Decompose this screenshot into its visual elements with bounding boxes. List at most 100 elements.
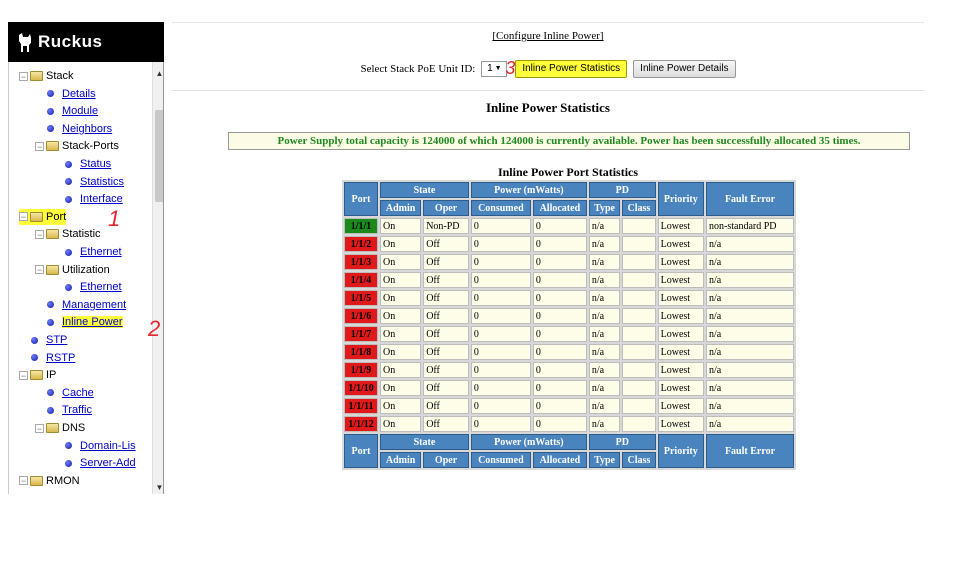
- bullet-icon: [47, 301, 54, 309]
- consumed-cell: 0: [470, 398, 531, 414]
- footer-state: State: [380, 434, 469, 450]
- scroll-down-arrow-icon[interactable]: ▼: [153, 482, 163, 494]
- inline-power-details-button[interactable]: Inline Power Details: [633, 59, 736, 78]
- collapse-toggle-icon[interactable]: −: [19, 476, 28, 486]
- nav-item-statistics[interactable]: Statistics: [65, 174, 124, 190]
- port-cell[interactable]: 1/1/2: [344, 236, 378, 252]
- unit-id-select[interactable]: 1 ▼: [481, 60, 508, 77]
- nav-item-rstp[interactable]: RSTP: [31, 350, 75, 366]
- consumed-cell: 0: [470, 344, 531, 360]
- nav-item-ethernet-2[interactable]: Ethernet: [65, 279, 122, 295]
- scroll-up-arrow-icon[interactable]: ▲: [153, 68, 163, 80]
- table-row: 1/1/9 On Off 0 0 n/a Lowest n/a: [344, 362, 794, 378]
- nav-item-statistic[interactable]: − Statistic: [35, 226, 101, 242]
- collapse-toggle-icon[interactable]: −: [35, 229, 44, 239]
- nav-item-ip[interactable]: − IP: [19, 367, 56, 383]
- collapse-toggle-icon[interactable]: −: [19, 71, 28, 81]
- scroll-thumb[interactable]: [155, 110, 163, 202]
- consumed-cell: 0: [470, 290, 531, 306]
- type-cell: n/a: [588, 416, 621, 432]
- nav-item-label[interactable]: Server-Add: [80, 457, 136, 469]
- folder-icon: [46, 264, 59, 275]
- nav-item-label[interactable]: Module: [62, 105, 98, 117]
- nav-item-label[interactable]: Inline Power: [62, 316, 123, 329]
- allocated-cell: 0: [532, 398, 587, 414]
- port-cell[interactable]: 1/1/3: [344, 254, 378, 270]
- nav-item-label[interactable]: Ethernet: [80, 281, 122, 293]
- nav-item-label[interactable]: Interface: [80, 193, 123, 205]
- fault-cell: n/a: [706, 272, 794, 288]
- fault-cell: n/a: [706, 308, 794, 324]
- collapse-toggle-icon[interactable]: −: [19, 212, 28, 222]
- collapse-toggle-icon[interactable]: −: [35, 141, 44, 151]
- port-cell[interactable]: 1/1/8: [344, 344, 378, 360]
- inline-power-statistics-button[interactable]: Inline Power Statistics: [515, 59, 628, 78]
- folder-icon: [46, 229, 59, 240]
- nav-item-domain-list[interactable]: Domain-Lis: [65, 438, 136, 454]
- nav-item-ethernet-1[interactable]: Ethernet: [65, 244, 122, 260]
- nav-item-management[interactable]: Management: [47, 297, 126, 313]
- nav-item-label[interactable]: Status: [80, 158, 111, 170]
- priority-cell: Lowest: [657, 236, 704, 252]
- collapse-toggle-icon[interactable]: −: [35, 423, 44, 433]
- nav-item-label[interactable]: Details: [62, 88, 96, 100]
- priority-cell: Lowest: [657, 380, 704, 396]
- footer-oper: Oper: [423, 452, 469, 468]
- nav-item-utilization[interactable]: − Utilization: [35, 262, 110, 278]
- footer-pd: PD: [588, 434, 656, 450]
- bullet-icon: [47, 389, 54, 397]
- nav-item-label[interactable]: Traffic: [62, 404, 92, 416]
- nav-item-traffic[interactable]: Traffic: [47, 402, 92, 418]
- table-row: 1/1/7 On Off 0 0 n/a Lowest n/a: [344, 326, 794, 342]
- nav-item-label[interactable]: Domain-Lis: [80, 440, 136, 452]
- collapse-toggle-icon[interactable]: −: [35, 265, 44, 275]
- navigation-frame: − Stack Details Module Neighbors − Stack-Ports…: [8, 62, 164, 494]
- configure-inline-power-link[interactable]: [Configure Inline Power]: [492, 30, 603, 42]
- admin-cell: On: [380, 272, 422, 288]
- admin-cell: On: [380, 218, 422, 234]
- nav-item-label[interactable]: Statistics: [80, 176, 124, 188]
- nav-item-stack[interactable]: − Stack: [19, 68, 74, 84]
- admin-cell: On: [380, 362, 422, 378]
- nav-item-module[interactable]: Module: [47, 103, 98, 119]
- nav-item-inline-power[interactable]: Inline Power: [47, 314, 123, 330]
- unit-select-row: Select Stack PoE Unit ID: 1 ▼ 3 Inline P…: [172, 58, 924, 79]
- folder-icon: [46, 141, 59, 152]
- nav-item-label[interactable]: Neighbors: [62, 123, 112, 135]
- port-cell[interactable]: 1/1/6: [344, 308, 378, 324]
- port-cell[interactable]: 1/1/5: [344, 290, 378, 306]
- port-cell[interactable]: 1/1/4: [344, 272, 378, 288]
- nav-item-status[interactable]: Status: [65, 156, 111, 172]
- nav-item-label[interactable]: Ethernet: [80, 246, 122, 258]
- footer-admin: Admin: [380, 452, 422, 468]
- port-cell[interactable]: 1/1/1: [344, 218, 378, 234]
- nav-item-neighbors[interactable]: Neighbors: [47, 121, 112, 137]
- nav-item-dns[interactable]: − DNS: [35, 420, 85, 436]
- nav-item-label[interactable]: Management: [62, 299, 126, 311]
- nav-item-cache[interactable]: Cache: [47, 385, 94, 401]
- nav-item-label[interactable]: STP: [46, 334, 67, 346]
- port-cell[interactable]: 1/1/12: [344, 416, 378, 432]
- admin-cell: On: [380, 380, 422, 396]
- nav-item-port[interactable]: − Port: [19, 208, 67, 225]
- port-cell[interactable]: 1/1/10: [344, 380, 378, 396]
- nav-item-label[interactable]: RSTP: [46, 352, 75, 364]
- priority-cell: Lowest: [657, 362, 704, 378]
- annotation-marker-1: 1: [108, 206, 121, 231]
- port-cell[interactable]: 1/1/7: [344, 326, 378, 342]
- nav-item-server-address[interactable]: Server-Add: [65, 455, 136, 471]
- nav-item-label[interactable]: Cache: [62, 387, 94, 399]
- nav-item-interface[interactable]: Interface: [65, 191, 123, 207]
- collapse-toggle-icon[interactable]: −: [19, 370, 28, 380]
- nav-item-stack-ports[interactable]: − Stack-Ports: [35, 138, 119, 154]
- port-cell[interactable]: 1/1/11: [344, 398, 378, 414]
- footer-power: Power (mWatts): [470, 434, 587, 450]
- class-cell: [622, 272, 656, 288]
- consumed-cell: 0: [470, 308, 531, 324]
- folder-icon: [30, 475, 43, 486]
- navigation-scrollbar[interactable]: ▲ ▼: [152, 62, 163, 494]
- nav-item-stp[interactable]: STP: [31, 332, 67, 348]
- nav-item-details[interactable]: Details: [47, 86, 96, 102]
- nav-item-rmon[interactable]: − RMON: [19, 473, 80, 489]
- port-cell[interactable]: 1/1/9: [344, 362, 378, 378]
